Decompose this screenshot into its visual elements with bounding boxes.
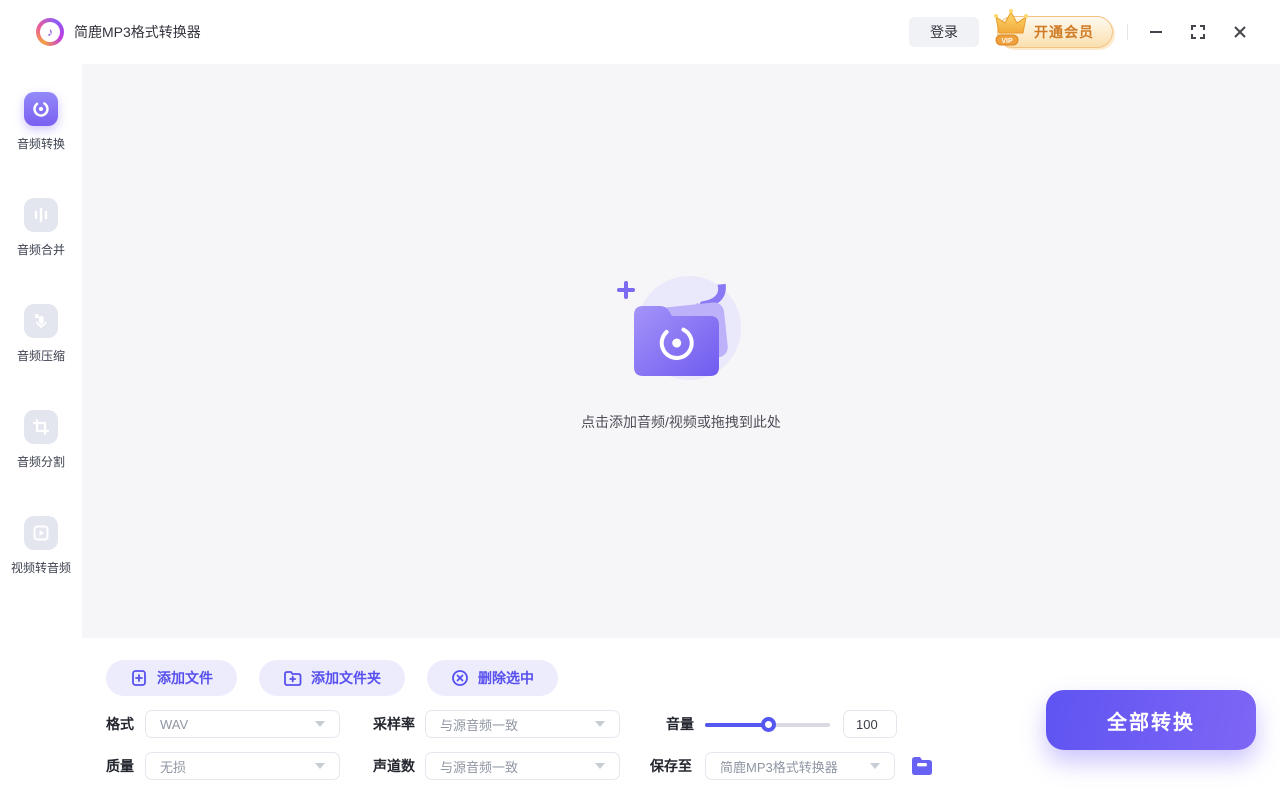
vip-button-label: 开通会员: [1034, 22, 1094, 42]
volume-input[interactable]: [843, 710, 897, 738]
sidebar-item-audio-merge[interactable]: 音频合并: [17, 198, 65, 258]
vip-button[interactable]: VIP 开通会员: [997, 16, 1113, 48]
channels-select[interactable]: 与源音频一致: [425, 752, 620, 780]
file-plus-icon: [130, 669, 148, 687]
quality-select[interactable]: 无损: [145, 752, 340, 780]
chevron-down-icon: [595, 763, 605, 769]
sidebar-item-audio-compress[interactable]: 音频压缩: [17, 304, 65, 364]
title-bar: ♪ 简鹿MP3格式转换器 登录 VIP 开通会员: [0, 0, 1280, 64]
minimize-icon: [1148, 24, 1164, 40]
delete-selected-button[interactable]: 删除选中: [427, 660, 558, 696]
plus-icon: [619, 283, 633, 297]
volume-slider[interactable]: [705, 717, 830, 732]
save-to-value: 简鹿MP3格式转换器: [720, 757, 862, 776]
video-to-audio-icon: [24, 516, 58, 550]
slider-fill: [705, 723, 768, 727]
sidebar-item-label: 视频转音频: [11, 559, 71, 576]
chevron-down-icon: [315, 763, 325, 769]
login-button[interactable]: 登录: [909, 17, 979, 47]
sidebar-item-audio-convert[interactable]: 音频转换: [17, 92, 65, 152]
toolbar: 添加文件 添加文件夹 删除选中: [106, 660, 558, 696]
sidebar-item-video-to-audio[interactable]: 视频转音频: [11, 516, 71, 576]
folder-icon: [910, 755, 934, 777]
header-divider: [1127, 24, 1128, 40]
minimize-button[interactable]: [1146, 22, 1166, 42]
app-logo: ♪ 简鹿MP3格式转换器: [36, 18, 201, 46]
quality-value: 无损: [160, 757, 307, 776]
add-folder-button[interactable]: 添加文件夹: [259, 660, 405, 696]
channels-label: 声道数: [373, 752, 415, 780]
format-select[interactable]: WAV: [145, 710, 340, 738]
slider-thumb[interactable]: [761, 717, 776, 732]
add-file-label: 添加文件: [157, 668, 213, 688]
chevron-down-icon: [315, 721, 325, 727]
chevron-down-icon: [595, 721, 605, 727]
sidebar-item-audio-split[interactable]: 音频分割: [17, 410, 65, 470]
dropzone-hint-text: 点击添加音频/视频或拖拽到此处: [581, 412, 781, 432]
sample-rate-select[interactable]: 与源音频一致: [425, 710, 620, 738]
audio-merge-icon: [24, 198, 58, 232]
app-logo-icon: ♪: [36, 18, 64, 46]
audio-convert-icon: [24, 92, 58, 126]
add-folder-label: 添加文件夹: [311, 668, 381, 688]
sidebar-item-label: 音频压缩: [17, 347, 65, 364]
convert-all-button[interactable]: 全部转换: [1046, 690, 1256, 750]
maximize-button[interactable]: [1188, 22, 1208, 42]
folder-plus-icon: [283, 669, 302, 687]
add-file-button[interactable]: 添加文件: [106, 660, 237, 696]
close-button[interactable]: [1230, 22, 1250, 42]
channels-value: 与源音频一致: [440, 757, 587, 776]
circle-x-icon: [451, 669, 469, 687]
sidebar: 音频转换 音频合并 音频压缩 音频: [0, 64, 82, 800]
delete-selected-label: 删除选中: [478, 668, 534, 688]
file-list-area: 点击添加音频/视频或拖拽到此处: [82, 64, 1280, 638]
save-to-select[interactable]: 简鹿MP3格式转换器: [705, 752, 895, 780]
sample-rate-label: 采样率: [373, 710, 415, 738]
quality-label: 质量: [106, 752, 134, 780]
sidebar-item-label: 音频合并: [17, 241, 65, 258]
audio-compress-icon: [24, 304, 58, 338]
sidebar-item-label: 音频分割: [17, 453, 65, 470]
music-note-icon: ♪: [40, 22, 60, 42]
save-to-label: 保存至: [650, 752, 692, 780]
app-title: 简鹿MP3格式转换器: [74, 22, 201, 42]
crown-icon: VIP: [992, 7, 1032, 49]
maximize-icon: [1190, 24, 1206, 40]
open-folder-button[interactable]: [908, 752, 936, 780]
vip-badge-text: VIP: [1001, 38, 1013, 45]
volume-label: 音量: [666, 710, 694, 738]
add-files-illustration: [601, 270, 761, 396]
sidebar-item-label: 音频转换: [17, 135, 65, 152]
folder-illustration-icon: [601, 270, 761, 396]
settings-panel: 添加文件 添加文件夹 删除选中 格式 WAV 采样率 与源音频一致 音量: [0, 638, 1280, 800]
audio-split-icon: [24, 410, 58, 444]
dropzone[interactable]: 点击添加音频/视频或拖拽到此处: [581, 270, 781, 432]
close-icon: [1232, 24, 1248, 40]
format-label: 格式: [106, 710, 134, 738]
format-value: WAV: [160, 717, 307, 732]
sample-rate-value: 与源音频一致: [440, 715, 587, 734]
chevron-down-icon: [870, 763, 880, 769]
